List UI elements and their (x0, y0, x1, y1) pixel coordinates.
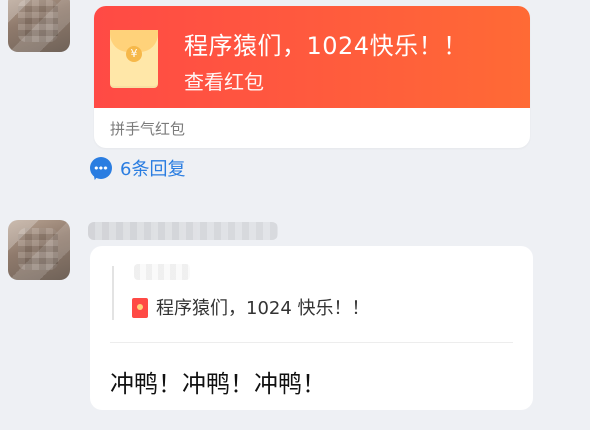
reply-message: 冲鸭！冲鸭！冲鸭！ (110, 370, 326, 398)
red-packet-title: 程序猿们，1024快乐！！ (184, 32, 468, 60)
quoted-username-blurred (134, 264, 190, 280)
username-blurred (88, 222, 278, 240)
red-packet-type-label: 拼手气红包 (110, 120, 186, 138)
comment-icon (90, 157, 112, 179)
avatar[interactable] (8, 220, 70, 280)
red-packet-mini-icon (132, 298, 148, 318)
red-packet-card[interactable]: ¥ 程序猿们，1024快乐！！ 查看红包 拼手气红包 (94, 6, 530, 148)
divider (110, 342, 513, 343)
avatar[interactable] (8, 0, 70, 52)
view-red-packet-link[interactable]: 查看红包 (184, 66, 264, 95)
red-packet-seal-icon: ¥ (126, 46, 142, 62)
quote-bar (112, 266, 114, 320)
replies-link[interactable]: 6条回复 (90, 154, 185, 182)
red-packet-header: ¥ 程序猿们，1024快乐！！ 查看红包 (94, 6, 530, 108)
quoted-red-packet-text: 程序猿们，1024 快乐！！ (156, 298, 370, 319)
reply-card[interactable]: 程序猿们，1024 快乐！！ 冲鸭！冲鸭！冲鸭！ (90, 246, 533, 410)
red-packet-envelope-icon: ¥ (110, 30, 158, 88)
replies-count-label: 6条回复 (120, 159, 186, 180)
